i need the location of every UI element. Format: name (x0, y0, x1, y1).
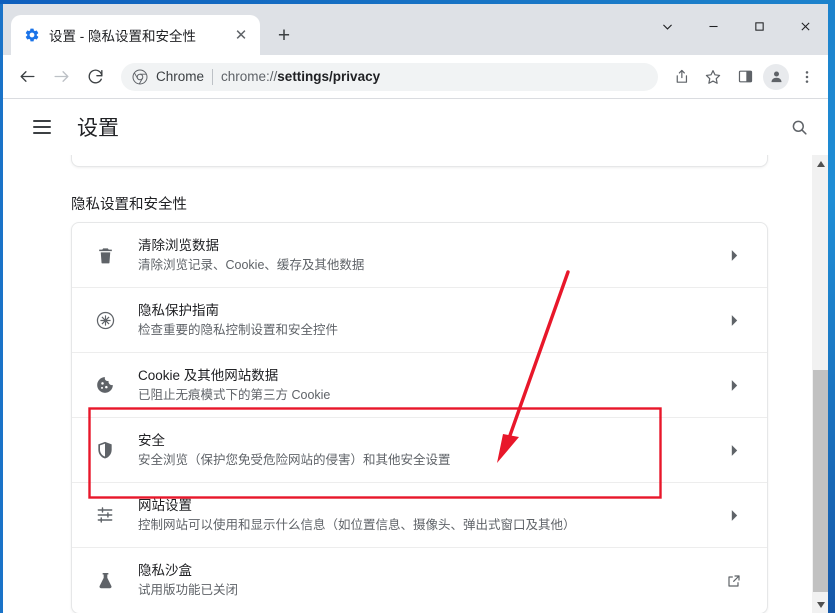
row-title: 安全 (138, 432, 165, 448)
row-text: Cookie 及其他网站数据 已阻止无痕模式下的第三方 Cookie (120, 366, 719, 405)
settings-row-clear-browsing-data[interactable]: 清除浏览数据 清除浏览记录、Cookie、缓存及其他数据 (72, 223, 767, 288)
previous-settings-card (71, 155, 768, 167)
tab-title: 设置 - 隐私设置和安全性 (49, 29, 196, 44)
open-in-new-icon[interactable] (719, 573, 749, 589)
row-subtitle: 清除浏览记录、Cookie、缓存及其他数据 (138, 257, 365, 272)
settings-page: 设置 隐私设置和安全性 清除浏览数据 清除浏览记录、Cookie、缓存及其他数据… (3, 99, 828, 613)
reload-button[interactable] (79, 61, 111, 93)
row-text: 网站设置 控制网站可以使用和显示什么信息（如位置信息、摄像头、弹出式窗口及其他） (120, 496, 719, 535)
side-panel-icon[interactable] (730, 62, 760, 92)
tab-close-icon[interactable]: ✕ (230, 24, 252, 46)
chrome-logo-icon (132, 69, 148, 84)
row-text: 安全 安全浏览（保护您免受危险网站的侵害）和其他安全设置 (120, 431, 719, 470)
chevron-right-icon[interactable] (719, 444, 749, 456)
new-tab-button[interactable]: + (269, 20, 299, 50)
profile-avatar[interactable] (763, 63, 789, 90)
chevron-right-icon[interactable] (719, 379, 749, 391)
tune-icon (90, 505, 120, 525)
privacy-guide-icon (90, 310, 120, 331)
section-title: 隐私设置和安全性 (71, 197, 187, 213)
row-title: 清除浏览数据 (138, 237, 219, 253)
chevron-right-icon[interactable] (719, 249, 749, 261)
gear-icon (25, 28, 39, 42)
forward-button[interactable] (45, 61, 77, 93)
search-icon[interactable] (782, 110, 816, 144)
scroll-up-button[interactable] (812, 155, 828, 172)
chrome-menu-icon[interactable] (792, 62, 822, 92)
chevron-right-icon[interactable] (719, 314, 749, 326)
tab-search-button[interactable] (644, 4, 690, 48)
chevron-right-icon[interactable] (719, 509, 749, 521)
page-title: 设置 (77, 117, 119, 140)
row-title: 隐私保护指南 (138, 302, 219, 318)
tab-strip: 设置 - 隐私设置和安全性 ✕ + (3, 4, 828, 55)
maximize-button[interactable] (736, 4, 782, 48)
close-button[interactable] (782, 4, 828, 48)
scrollbar-thumb[interactable] (813, 370, 828, 592)
window-controls (644, 4, 828, 48)
browser-tab[interactable]: 设置 - 隐私设置和安全性 ✕ (11, 15, 260, 55)
row-title: 网站设置 (138, 497, 192, 513)
settings-content: 隐私设置和安全性 清除浏览数据 清除浏览记录、Cookie、缓存及其他数据 隐私… (3, 155, 811, 613)
minimize-button[interactable] (690, 4, 736, 48)
row-title: Cookie 及其他网站数据 (138, 367, 279, 383)
row-text: 隐私保护指南 检查重要的隐私控制设置和安全控件 (120, 301, 719, 340)
row-subtitle: 已阻止无痕模式下的第三方 Cookie (138, 387, 331, 402)
browser-window: 设置 - 隐私设置和安全性 ✕ + Chrome chrome://settin… (0, 4, 828, 613)
row-text: 隐私沙盒 试用版功能已关闭 (120, 561, 719, 600)
address-bar[interactable]: Chrome chrome://settings/privacy (121, 62, 658, 91)
flask-icon (90, 571, 120, 590)
scroll-down-button[interactable] (812, 596, 828, 613)
settings-row-privacy-sandbox[interactable]: 隐私沙盒 试用版功能已关闭 (72, 548, 767, 613)
browser-toolbar: Chrome chrome://settings/privacy (3, 55, 828, 99)
row-subtitle: 安全浏览（保护您免受危险网站的侵害）和其他安全设置 (138, 452, 451, 467)
settings-header: 设置 (3, 99, 828, 155)
settings-row-cookies[interactable]: Cookie 及其他网站数据 已阻止无痕模式下的第三方 Cookie (72, 353, 767, 418)
row-subtitle: 检查重要的隐私控制设置和安全控件 (138, 322, 339, 337)
cookie-icon (90, 375, 120, 395)
settings-row-site-settings[interactable]: 网站设置 控制网站可以使用和显示什么信息（如位置信息、摄像头、弹出式窗口及其他） (72, 483, 767, 548)
vertical-scrollbar[interactable] (811, 155, 828, 613)
row-title: 隐私沙盒 (138, 563, 192, 578)
site-chip-label: Chrome (156, 69, 205, 84)
row-subtitle: 试用版功能已关闭 (138, 583, 239, 597)
row-text: 清除浏览数据 清除浏览记录、Cookie、缓存及其他数据 (120, 236, 719, 275)
back-button[interactable] (11, 61, 43, 93)
settings-row-security[interactable]: 安全 安全浏览（保护您免受危险网站的侵害）和其他安全设置 (72, 418, 767, 483)
shield-icon (90, 440, 120, 460)
row-subtitle: 控制网站可以使用和显示什么信息（如位置信息、摄像头、弹出式窗口及其他） (138, 517, 576, 532)
hamburger-menu-icon[interactable] (25, 110, 59, 144)
star-icon[interactable] (698, 62, 728, 92)
trash-icon (90, 246, 120, 265)
share-icon[interactable] (666, 62, 696, 92)
privacy-settings-card: 清除浏览数据 清除浏览记录、Cookie、缓存及其他数据 隐私保护指南 检查重要… (71, 222, 768, 613)
settings-row-privacy-guide[interactable]: 隐私保护指南 检查重要的隐私控制设置和安全控件 (72, 288, 767, 353)
omnibox-url[interactable]: chrome://settings/privacy (221, 69, 652, 84)
omnibox-divider (212, 68, 214, 85)
